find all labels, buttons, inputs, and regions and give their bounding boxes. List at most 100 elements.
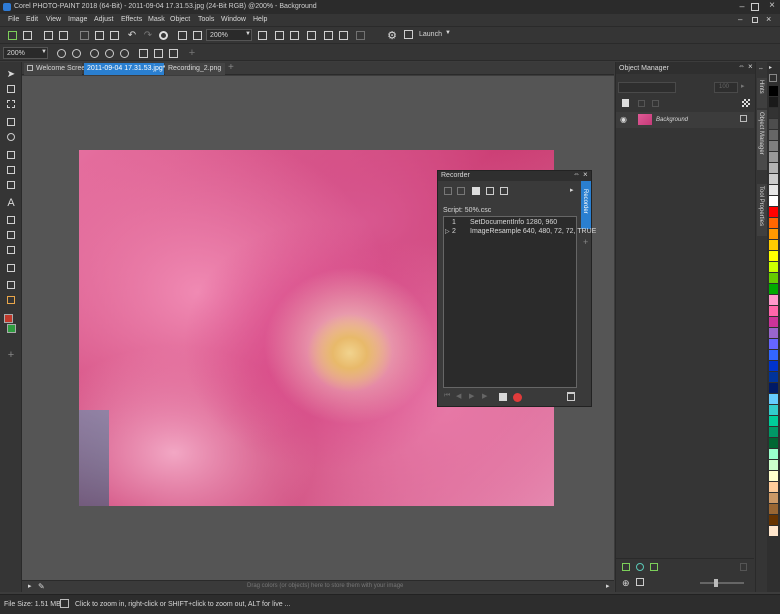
palette-swatch[interactable] <box>769 108 778 118</box>
palette-swatch[interactable] <box>769 196 778 206</box>
palette-swatch[interactable] <box>769 383 778 393</box>
palette-swatch[interactable] <box>769 251 778 261</box>
palette-swatch[interactable] <box>769 427 778 437</box>
transform-tool[interactable] <box>5 83 17 95</box>
text-tool[interactable]: A <box>5 197 17 209</box>
open-button[interactable] <box>21 29 33 41</box>
zoom-selected-button[interactable] <box>152 47 164 59</box>
palette-swatch[interactable] <box>769 482 778 492</box>
checker-icon[interactable] <box>742 99 750 107</box>
palette-swatch[interactable] <box>769 460 778 470</box>
block-button[interactable] <box>157 29 169 41</box>
copy-button[interactable] <box>93 29 105 41</box>
zoom-level-select[interactable]: 200% ▼ <box>206 29 252 41</box>
rotate-button[interactable] <box>305 29 317 41</box>
launch-button[interactable]: Launch ▼ <box>404 29 452 41</box>
palette-swatch[interactable] <box>769 218 778 228</box>
palette-swatch[interactable] <box>769 207 778 217</box>
target-icon[interactable]: ⊕ <box>622 578 630 589</box>
menu-view[interactable]: View <box>46 16 61 23</box>
minimize-button[interactable]: – <box>736 1 748 13</box>
lock-icon[interactable] <box>622 99 629 107</box>
recorder-side-tab[interactable]: Recorder <box>581 181 591 229</box>
collapse-icon[interactable]: ⇔ <box>573 171 580 178</box>
strip-scroll-right[interactable]: ▸ <box>606 582 610 590</box>
rectangle-tool[interactable] <box>5 229 17 241</box>
menu-image[interactable]: Image <box>68 16 87 23</box>
new-object-icon[interactable] <box>622 563 630 571</box>
recorder-command-list[interactable]: 1 SetDocumentInfo 1280, 960 ▷ 2 ImageRes… <box>443 216 596 388</box>
no-color-swatch[interactable] <box>769 74 777 82</box>
zoom-height-button[interactable] <box>137 47 149 59</box>
menu-window[interactable]: Window <box>221 16 246 23</box>
color-control[interactable] <box>4 314 18 336</box>
menu-tools[interactable]: Tools <box>198 16 214 23</box>
new-lens-icon[interactable] <box>636 563 644 571</box>
crop-button[interactable] <box>322 29 334 41</box>
delete-object-icon[interactable] <box>740 563 747 571</box>
snap-button[interactable] <box>288 29 300 41</box>
menu-help[interactable]: Help <box>253 16 267 23</box>
palette-swatch[interactable] <box>769 526 778 536</box>
palette-swatch[interactable] <box>769 240 778 250</box>
fill-tool[interactable] <box>5 294 17 306</box>
docker-expand-icon[interactable]: ⇔ <box>758 66 764 72</box>
close-icon[interactable]: × <box>748 62 753 71</box>
tab-welcome-screen[interactable]: Welcome Screen <box>24 63 89 75</box>
save-button[interactable] <box>42 29 54 41</box>
palette-swatch[interactable] <box>769 361 778 371</box>
save-script-icon[interactable] <box>472 187 480 195</box>
edit-script-icon[interactable] <box>486 187 494 195</box>
palette-swatch[interactable] <box>769 229 778 239</box>
touch-up-tool[interactable] <box>5 179 17 191</box>
tab-active-document[interactable]: 2011-09-04 17.31.53.jpg* <box>84 63 166 75</box>
close-icon[interactable]: × <box>583 170 588 179</box>
palette-swatch[interactable] <box>769 405 778 415</box>
zoom-out-button[interactable] <box>70 47 82 59</box>
lock-transparency-icon[interactable] <box>638 100 645 107</box>
menu-adjust[interactable]: Adjust <box>94 16 113 23</box>
layer-properties-icon[interactable] <box>740 115 747 122</box>
mask-from-object-icon[interactable] <box>650 563 658 571</box>
eyedropper-tool[interactable] <box>5 149 17 161</box>
palette-swatch[interactable] <box>769 394 778 404</box>
import-button[interactable] <box>176 29 188 41</box>
palette-swatch[interactable] <box>769 350 778 360</box>
rectangle-mask-tool[interactable] <box>5 98 17 110</box>
paint-on-mask-icon[interactable] <box>636 578 644 586</box>
menu-effects[interactable]: Effects <box>121 16 142 23</box>
play-icon[interactable]: ▶ <box>469 392 474 400</box>
palette-swatch[interactable] <box>769 174 778 184</box>
palette-swatch[interactable] <box>769 152 778 162</box>
step-back-icon[interactable]: ◀ <box>456 392 461 400</box>
effect-tool[interactable] <box>5 244 17 256</box>
palette-swatch[interactable] <box>769 284 778 294</box>
record-settings-icon[interactable] <box>500 187 508 195</box>
add-docker-button[interactable]: + <box>583 237 588 247</box>
object-manager-panel[interactable]: Object Manager ⇔ × 100 ▸ ◉ Background ⊕ <box>615 62 756 592</box>
dropper-tool[interactable] <box>5 279 17 291</box>
palette-swatch[interactable] <box>769 130 778 140</box>
open-script-icon[interactable] <box>457 187 465 195</box>
stop-icon[interactable] <box>499 393 507 401</box>
color-drop-strip[interactable]: ▸ ✎ Drag colors (or objects) here to sto… <box>22 580 614 592</box>
clone-tool[interactable] <box>5 164 17 176</box>
zoom-fit-button[interactable] <box>273 29 285 41</box>
palette-swatch[interactable] <box>769 295 778 305</box>
mdi-restore-button[interactable] <box>752 17 758 23</box>
palette-swatch[interactable] <box>769 141 778 151</box>
palette-swatch[interactable] <box>769 119 778 129</box>
palette-swatch[interactable] <box>769 328 778 338</box>
palette-swatch[interactable] <box>769 493 778 503</box>
rewind-icon[interactable]: ⏮ <box>444 392 450 400</box>
opacity-arrow-icon[interactable]: ▸ <box>741 82 745 90</box>
docker-tab-hints[interactable]: Hints <box>757 78 767 108</box>
palette-swatch[interactable] <box>769 438 778 448</box>
thumbnail-size-slider[interactable] <box>700 582 744 584</box>
tab-recording-2[interactable]: Recording_2.png <box>165 63 225 75</box>
background-color-swatch[interactable] <box>7 324 16 333</box>
palette-swatch[interactable] <box>769 97 778 107</box>
new-tab-button[interactable]: + <box>228 62 234 73</box>
zoom-all-button[interactable] <box>167 47 179 59</box>
mdi-minimize-button[interactable]: – <box>738 15 742 24</box>
